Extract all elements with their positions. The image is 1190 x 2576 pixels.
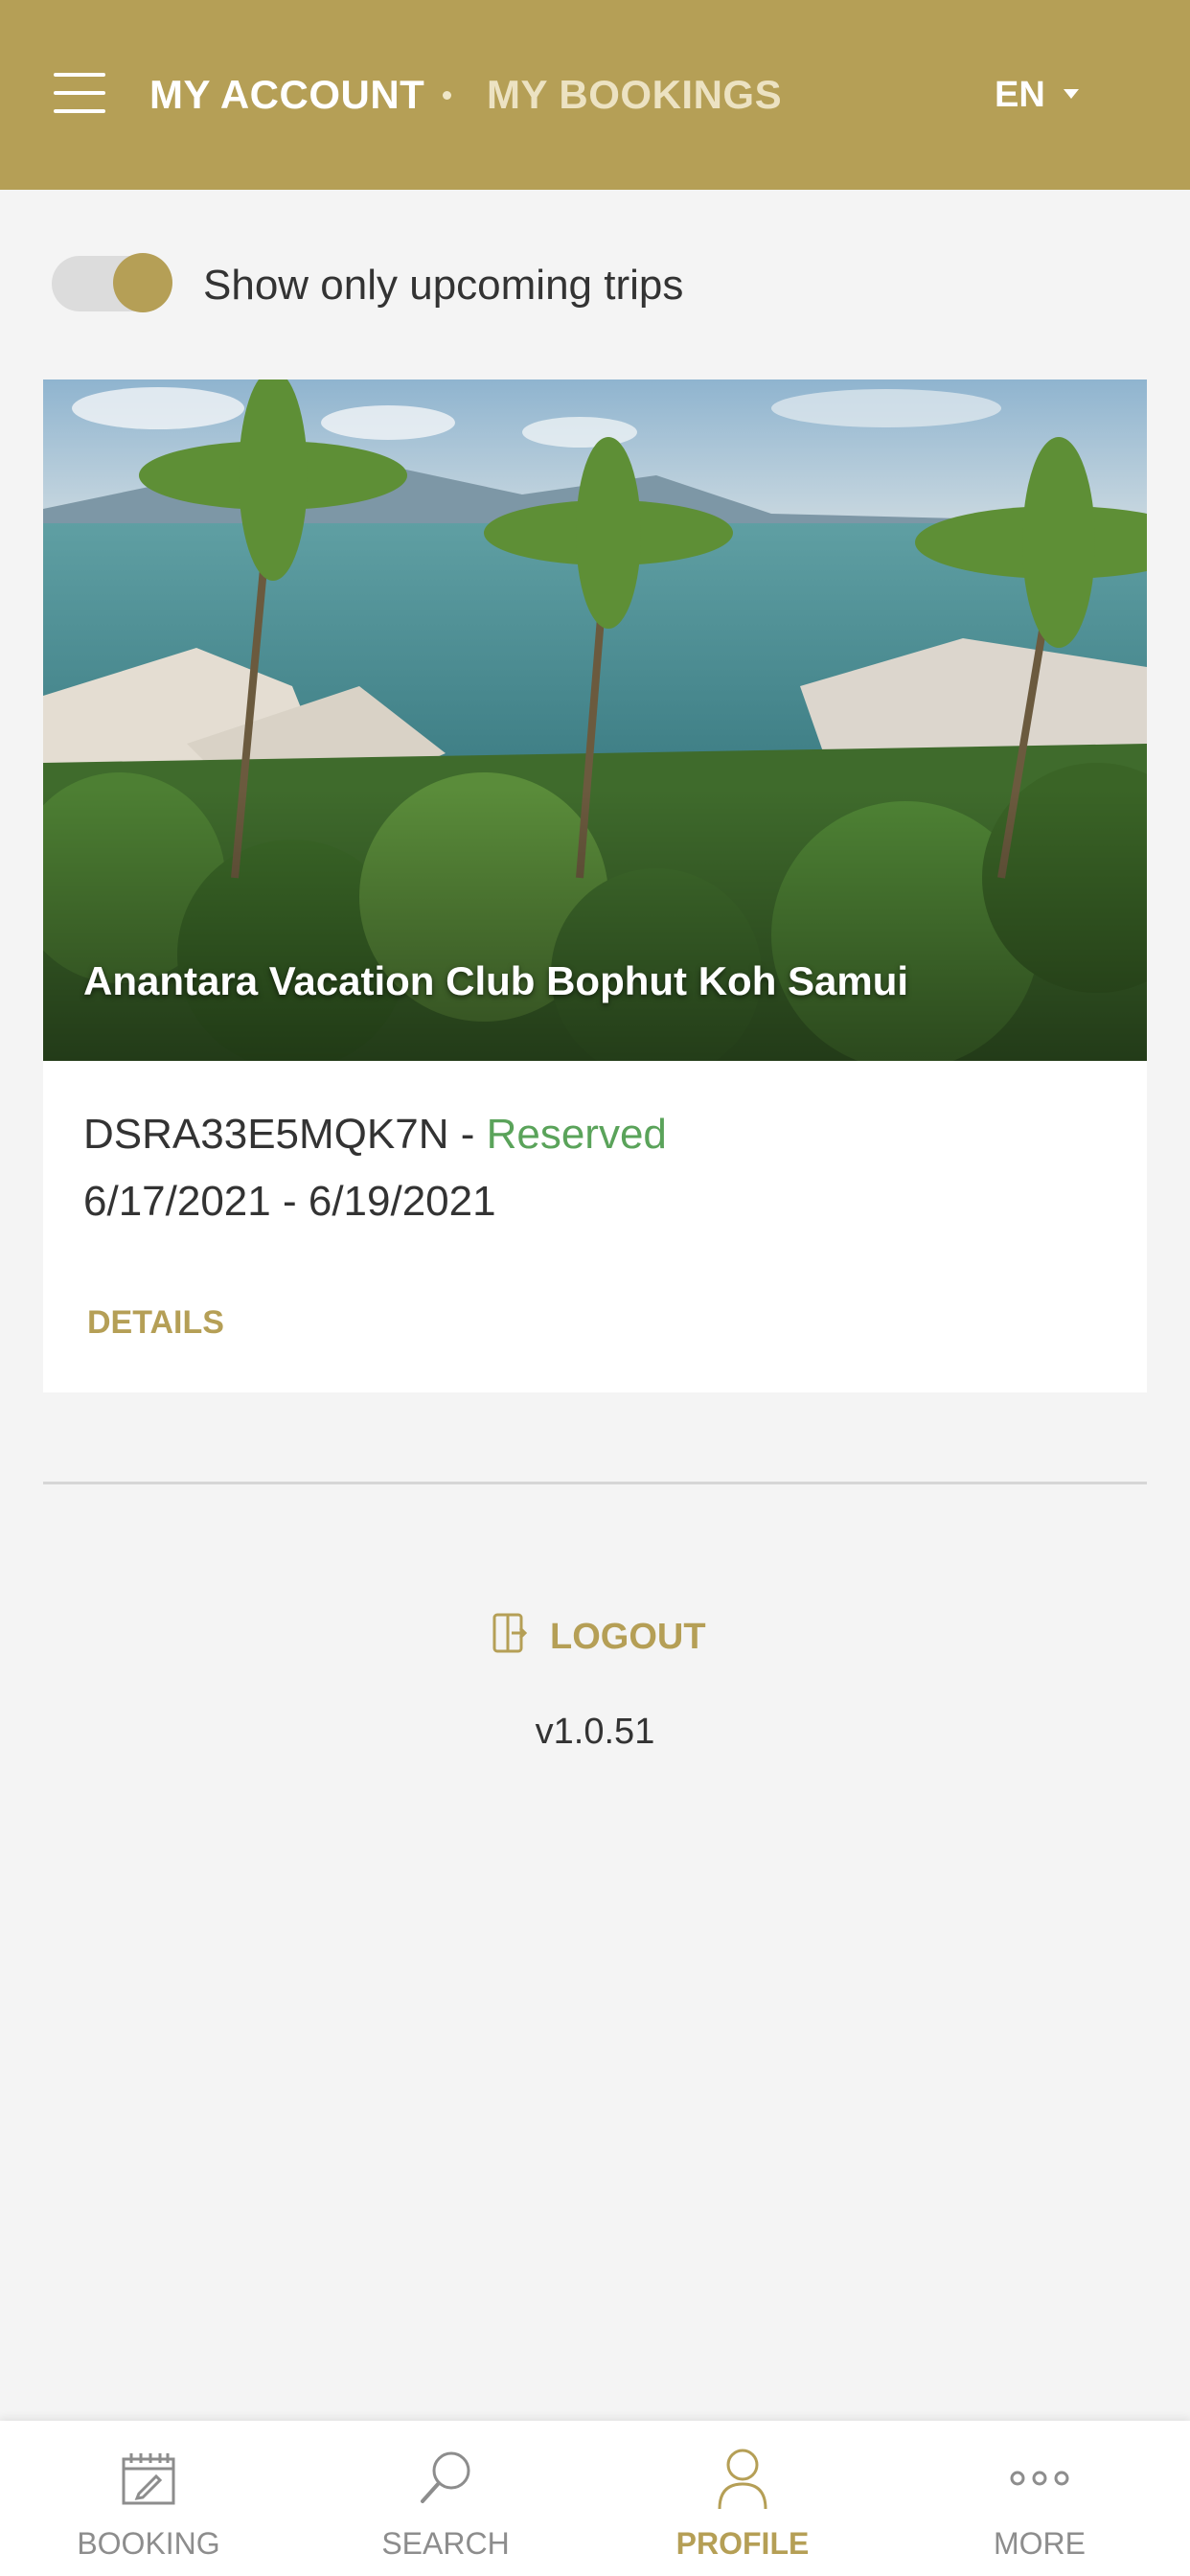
tab-search-label: SEARCH: [381, 2526, 510, 2561]
resort-photo: Anantara Vacation Club Bophut Koh Samui: [43, 380, 1147, 1061]
app-header: MY ACCOUNT MY BOOKINGS EN: [0, 0, 1190, 190]
tab-booking[interactable]: BOOKING: [0, 2421, 297, 2576]
resort-name: Anantara Vacation Club Bophut Koh Samui: [83, 958, 909, 1003]
upcoming-trips-label: Show only upcoming trips: [203, 262, 684, 309]
tab-profile[interactable]: PROFILE: [594, 2421, 891, 2576]
booking-separator: -: [448, 1111, 487, 1158]
logout-label: LOGOUT: [550, 1617, 706, 1657]
header-title[interactable]: MY ACCOUNT: [149, 69, 424, 121]
header-subtitle[interactable]: MY BOOKINGS: [487, 69, 782, 121]
bottom-tab-bar: BOOKING SEARCH PROFILE MORE: [0, 2421, 1190, 2576]
tab-profile-label: PROFILE: [675, 2526, 810, 2561]
booking-card: Anantara Vacation Club Bophut Koh Samui …: [43, 380, 1147, 1392]
search-icon: [297, 2440, 594, 2517]
more-dots-icon: [891, 2440, 1188, 2517]
details-button[interactable]: DETAILS: [87, 1301, 224, 1344]
calendar-edit-icon: [0, 2440, 297, 2517]
language-selector[interactable]: EN: [995, 69, 1045, 121]
tab-more-label: MORE: [994, 2526, 1086, 2561]
divider: [43, 1482, 1147, 1484]
logout-icon: [491, 1612, 529, 1659]
tab-booking-label: BOOKING: [77, 2526, 220, 2561]
tab-more[interactable]: MORE: [891, 2421, 1188, 2576]
booking-code: DSRA33E5MQK7N: [83, 1111, 449, 1158]
caret-down-icon[interactable]: [1064, 89, 1079, 99]
tab-search[interactable]: SEARCH: [297, 2421, 594, 2576]
header-separator-dot: [443, 91, 451, 100]
upcoming-trips-toggle[interactable]: [52, 253, 172, 314]
booking-code-line: DSRA33E5MQK7N - Reserved: [83, 1106, 667, 1163]
user-icon: [594, 2440, 891, 2517]
booking-dates: 6/17/2021 - 6/19/2021: [83, 1178, 496, 1225]
toggle-knob: [113, 253, 172, 312]
hamburger-menu-icon[interactable]: [54, 69, 105, 117]
app-version: v1.0.51: [535, 1712, 655, 1752]
booking-status: Reserved: [486, 1111, 667, 1158]
